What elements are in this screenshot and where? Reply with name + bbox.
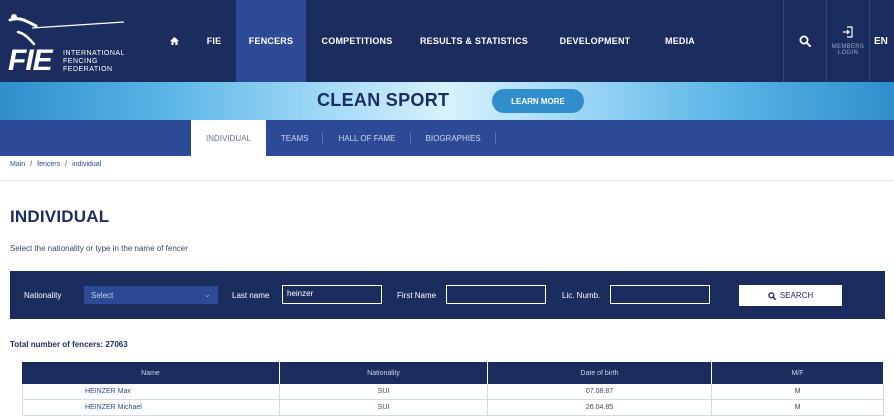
fencer-date-of-birth: 26.04.85	[488, 400, 712, 416]
first-name-input[interactable]	[446, 285, 546, 304]
clean-sport-banner: CLEAN SPORT LEARN MORE	[0, 82, 894, 120]
table-body: HEINZER Max SUI 07.08.87 M HEINZER Micha…	[22, 384, 884, 416]
tab-label: HALL OF FAME	[338, 133, 396, 143]
fencer-search-form: Nationality Select ⌄ Last name heinzer F…	[10, 271, 885, 319]
banner-title: CLEAN SPORT	[317, 90, 450, 110]
nationality-label: Nationality	[24, 291, 62, 300]
members-login-button[interactable]: MEMBERS LOGIN	[827, 0, 869, 82]
divider-line	[0, 180, 894, 181]
search-icon	[768, 291, 776, 300]
column-header-date-of-birth[interactable]: Date of birth	[488, 362, 712, 384]
column-header-nationality[interactable]: Nationality	[280, 362, 488, 384]
tab-label: TEAMS	[280, 133, 309, 143]
breadcrumb-fencers[interactable]: fencers	[37, 161, 60, 168]
fencers-subnav: INDIVIDUAL TEAMS HALL OF FAME BIOGRAPHIE…	[0, 120, 894, 156]
license-number-input[interactable]	[610, 285, 710, 304]
tab-label: INDIVIDUAL	[206, 133, 251, 143]
first-name-label: First Name	[397, 291, 437, 300]
nationality-value: Select	[91, 291, 114, 300]
fencer-gender: M	[712, 400, 884, 416]
nav-media[interactable]: MEDIA	[650, 0, 710, 82]
tab-divider	[494, 132, 496, 144]
nav-competitions[interactable]: COMPETITIONS	[306, 0, 408, 82]
column-header-gender[interactable]: M/F	[712, 362, 884, 384]
search-button[interactable]: SEARCH	[739, 285, 842, 306]
chevron-down-icon: ⌄	[204, 290, 211, 299]
license-number-label: Lic. Numb.	[562, 291, 601, 300]
fencers-table: Name Nationality Date of birth M/F HEINZ…	[22, 362, 884, 416]
last-name-input[interactable]: heinzer	[282, 285, 382, 304]
breadcrumb-separator: /	[65, 161, 68, 168]
fencer-name-link[interactable]: HEINZER Max	[22, 384, 280, 400]
nav-utilities: MEMBERS LOGIN EN	[783, 0, 894, 82]
org-line-1: INTERNATIONAL	[63, 50, 125, 57]
tab-individual[interactable]: INDIVIDUAL	[191, 120, 266, 156]
tab-biographies[interactable]: BIOGRAPHIES	[411, 120, 496, 156]
table-row[interactable]: HEINZER Max SUI 07.08.87 M	[22, 384, 884, 400]
organization-name: INTERNATIONAL FENCING FEDERATION	[63, 50, 125, 74]
breadcrumb-main[interactable]: Main	[10, 161, 25, 168]
breadcrumb: Main / fencers / individual	[10, 161, 101, 168]
fencer-swoosh-icon	[8, 14, 125, 46]
page-subtitle: Select the nationality or type in the na…	[10, 244, 188, 253]
fencer-nationality: SUI	[280, 384, 488, 400]
total-fencers-count: Total number of fencers: 27063	[10, 340, 128, 349]
tab-teams[interactable]: TEAMS	[266, 120, 324, 156]
login-icon	[843, 26, 853, 38]
nav-results-statistics[interactable]: RESULTS & STATISTICS	[408, 0, 540, 82]
column-header-name[interactable]: Name	[22, 362, 280, 384]
fie-logo[interactable]: FIE INTERNATIONAL FENCING FEDERATION	[8, 12, 126, 77]
search-button-label: SEARCH	[779, 291, 814, 300]
breadcrumb-individual: individual	[72, 161, 102, 168]
fencer-nationality: SUI	[280, 400, 488, 416]
nav-fencers[interactable]: FENCERS	[236, 0, 306, 82]
login-label-line2: LOGIN	[837, 50, 859, 56]
fencer-date-of-birth: 07.08.87	[488, 384, 712, 400]
header-search-button[interactable]	[784, 0, 826, 82]
nav-home[interactable]	[156, 0, 192, 82]
page-title: INDIVIDUAL	[10, 207, 110, 226]
org-line-2: FENCING	[63, 58, 98, 65]
tab-hall-of-fame[interactable]: HALL OF FAME	[323, 120, 411, 156]
breadcrumb-separator: /	[30, 161, 33, 168]
learn-more-button[interactable]: LEARN MORE	[492, 89, 584, 113]
nationality-select[interactable]: Select ⌄	[84, 286, 218, 304]
main-nav: FIE FENCERS COMPETITIONS RESULTS & STATI…	[156, 0, 710, 82]
language-switch[interactable]: EN	[870, 0, 894, 82]
search-icon	[799, 35, 811, 47]
fie-wordmark: FIE	[8, 44, 53, 77]
fencer-gender: M	[712, 384, 884, 400]
subnav-tabs: INDIVIDUAL TEAMS HALL OF FAME BIOGRAPHIE…	[191, 120, 496, 156]
last-name-label: Last name	[232, 291, 270, 300]
tab-label: BIOGRAPHIES	[425, 133, 481, 143]
table-header-row: Name Nationality Date of birth M/F	[22, 362, 884, 384]
nav-fie[interactable]: FIE	[192, 0, 236, 82]
table-row[interactable]: HEINZER Michael SUI 26.04.85 M	[22, 400, 884, 416]
fencer-name-link[interactable]: HEINZER Michael	[22, 400, 280, 416]
top-navigation-bar: FIE INTERNATIONAL FENCING FEDERATION FIE…	[0, 0, 894, 82]
org-line-3: FEDERATION	[63, 66, 113, 73]
nav-development[interactable]: DEVELOPMENT	[540, 0, 650, 82]
home-icon	[169, 37, 179, 45]
